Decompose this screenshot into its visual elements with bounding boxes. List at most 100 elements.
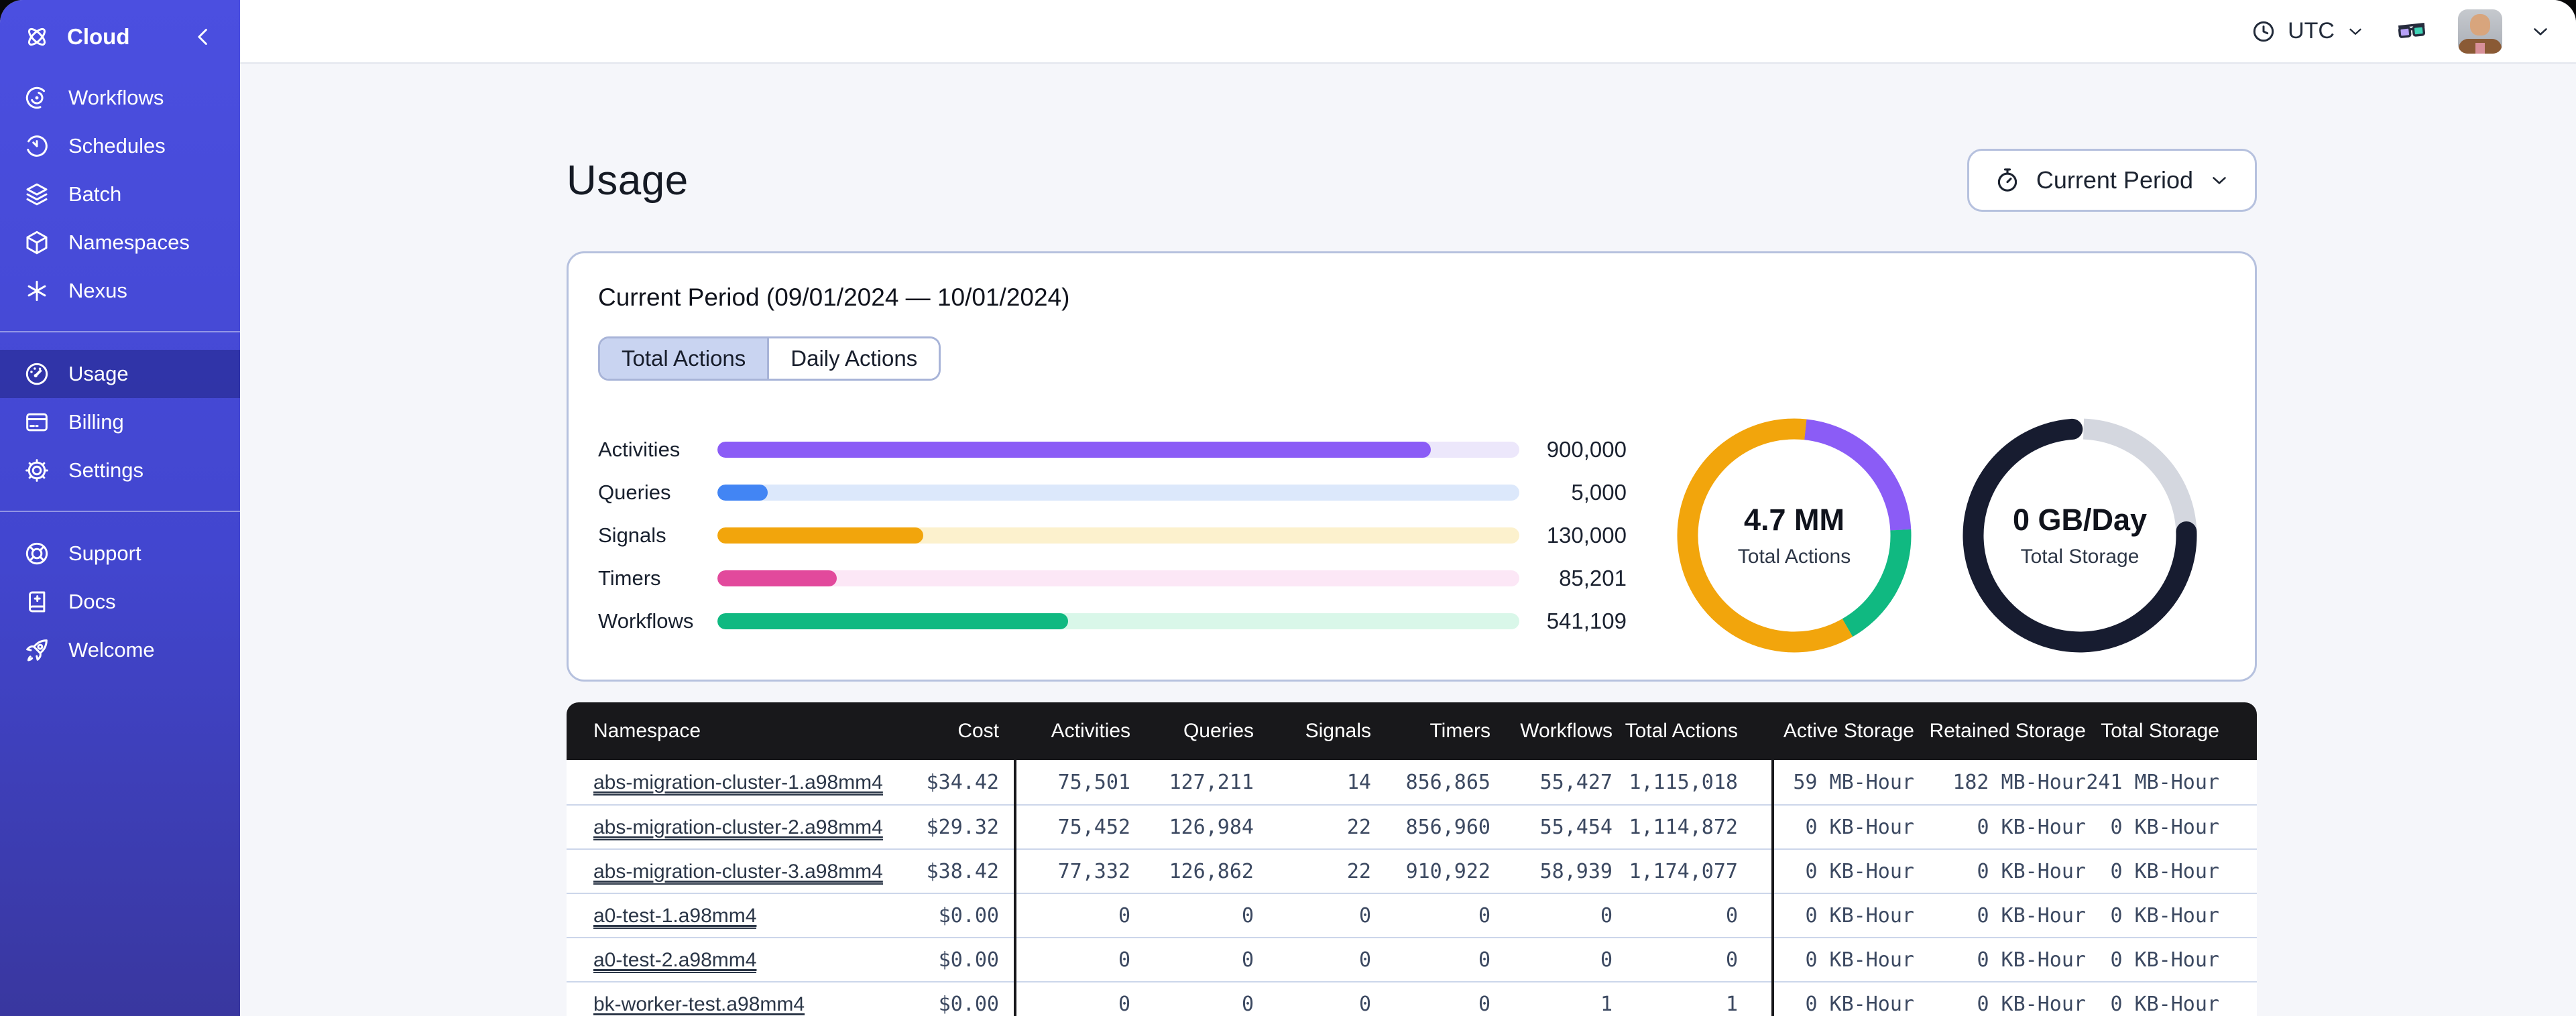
column-header-namespace: Namespace <box>593 720 701 742</box>
user-avatar[interactable] <box>2458 9 2502 54</box>
namespace-link[interactable]: bk-worker-test.a98mm4 <box>593 993 805 1016</box>
bar-track <box>717 485 1519 501</box>
namespace-cell: a0-test-2.a98mm4 <box>567 948 917 973</box>
sidebar-item-label: Support <box>68 542 141 565</box>
namespace-link[interactable]: abs-migration-cluster-2.a98mm4 <box>593 816 883 840</box>
namespace-cell: abs-migration-cluster-2.a98mm4 <box>567 816 917 840</box>
sidebar-item-usage[interactable]: Usage <box>0 350 240 398</box>
bar-label: Queries <box>598 481 671 504</box>
value-cell: 0 <box>1358 948 1371 972</box>
support-lifering-icon <box>23 539 51 568</box>
value-cell: 182 MB-Hour <box>1952 770 2086 794</box>
sidebar-item-label: Namespaces <box>68 231 190 254</box>
sidebar-item-label: Batch <box>68 182 122 206</box>
value-cell: 1,115,018 <box>1629 770 1738 794</box>
total-storage-donut: 0 GB/Day Total Storage <box>1963 418 2197 653</box>
value-cell: 127,211 <box>1169 770 1254 794</box>
bar-value: 130,000 <box>1546 523 1627 548</box>
bar-track <box>717 527 1519 544</box>
namespaces-cube-icon <box>23 229 51 257</box>
namespace-link[interactable]: a0-test-1.a98mm4 <box>593 904 757 929</box>
sidebar-item-label: Billing <box>68 410 124 434</box>
avatar-shirt <box>2475 42 2485 54</box>
value-cell: 59 MB-Hour <box>1793 770 1914 794</box>
timezone-selector[interactable]: UTC <box>2250 18 2365 45</box>
value-cell: 0 <box>1725 903 1738 928</box>
bar-value: 541,109 <box>1546 609 1627 633</box>
account-menu-chevron-icon[interactable] <box>2529 20 2552 43</box>
value-cell: 0 KB-Hour <box>1805 948 1914 972</box>
billing-card-icon <box>23 408 51 436</box>
docs-book-icon <box>23 588 51 616</box>
value-cell: 55,454 <box>1539 815 1613 839</box>
usage-page: Usage Current Period Current Period (09/… <box>240 64 2576 1016</box>
sidebar-item-billing[interactable]: Billing <box>0 398 240 446</box>
value-cell: 0 KB-Hour <box>2110 903 2219 928</box>
column-header-signals: Signals <box>1305 720 1371 742</box>
value-cell: 1,114,872 <box>1629 815 1738 839</box>
timezone-label: UTC <box>2288 18 2335 44</box>
tab-daily-actions[interactable]: Daily Actions <box>767 338 939 379</box>
page-title: Usage <box>567 157 689 204</box>
sidebar-item-nexus[interactable]: Nexus <box>0 267 240 315</box>
value-cell: $0.00 <box>938 992 999 1016</box>
value-cell: 0 <box>1478 992 1490 1016</box>
value-cell: $34.42 <box>926 770 999 794</box>
value-cell: 1 <box>1725 992 1738 1016</box>
value-cell: 0 KB-Hour <box>1977 992 2086 1016</box>
table-group-divider <box>1014 760 1016 1016</box>
value-cell: 0 <box>1725 948 1738 972</box>
sidebar-collapse-icon[interactable] <box>189 23 217 51</box>
sidebar-item-welcome[interactable]: Welcome <box>0 626 240 674</box>
action-bar-row: Queries 5,000 <box>598 480 1627 505</box>
value-cell: 55,427 <box>1539 770 1613 794</box>
actions-tab-group: Total Actions Daily Actions <box>598 336 941 381</box>
labs-glasses-icon[interactable] <box>2392 16 2431 47</box>
total-storage-value: 0 GB/Day <box>2012 503 2148 537</box>
sidebar-item-support[interactable]: Support <box>0 529 240 578</box>
table-row: abs-migration-cluster-1.a98mm4 $34.42 75,5… <box>567 760 2257 804</box>
bar-value: 85,201 <box>1559 566 1627 590</box>
sidebar-item-schedules[interactable]: Schedules <box>0 122 240 170</box>
namespace-link[interactable]: abs-migration-cluster-3.a98mm4 <box>593 860 883 885</box>
value-cell: $38.42 <box>926 859 999 883</box>
value-cell: 0 <box>1358 992 1371 1016</box>
value-cell: 126,984 <box>1169 815 1254 839</box>
bar-label: Timers <box>598 566 661 590</box>
namespace-cell: a0-test-1.a98mm4 <box>567 904 917 929</box>
table-header-row: Namespace Cost Activities Queries Signals Tim… <box>567 702 2257 760</box>
value-cell: $0.00 <box>938 903 999 928</box>
sidebar-item-docs[interactable]: Docs <box>0 578 240 626</box>
value-cell: 0 KB-Hour <box>1805 992 1914 1016</box>
chevron-down-icon <box>2349 28 2361 35</box>
table-row: bk-worker-test.a98mm4 $0.00 0 0 0 0 1 1 0 KB-Hou… <box>567 981 2257 1016</box>
period-select-button[interactable]: Current Period <box>1967 149 2257 212</box>
value-cell: 14 <box>1346 770 1371 794</box>
tab-total-actions[interactable]: Total Actions <box>600 338 768 379</box>
sidebar-item-batch[interactable]: Batch <box>0 170 240 218</box>
value-cell: 856,960 <box>1405 815 1490 839</box>
table-row: abs-migration-cluster-3.a98mm4 $38.42 77,3… <box>567 848 2257 893</box>
namespace-cell: abs-migration-cluster-3.a98mm4 <box>567 860 917 885</box>
bar-track <box>717 442 1519 458</box>
batch-layers-icon <box>23 180 51 208</box>
total-storage-label: Total Storage <box>2020 546 2140 568</box>
value-cell: 22 <box>1346 815 1371 839</box>
action-bar-row: Activities 900,000 <box>598 437 1627 462</box>
value-cell: 0 <box>1478 948 1490 972</box>
sidebar-item-workflows[interactable]: Workflows <box>0 74 240 122</box>
value-cell: 0 KB-Hour <box>2110 948 2219 972</box>
namespace-cell: abs-migration-cluster-1.a98mm4 <box>567 771 917 796</box>
action-bars: Activities 900,000 Queries 5,000 Signals… <box>598 437 1627 633</box>
bar-fill <box>717 442 1431 458</box>
period-button-label: Current Period <box>2036 166 2193 194</box>
sidebar-item-settings[interactable]: Settings <box>0 446 240 495</box>
bar-track <box>717 570 1519 586</box>
sidebar-item-label: Docs <box>68 590 116 613</box>
bar-label: Workflows <box>598 609 694 633</box>
bar-label: Signals <box>598 523 666 547</box>
namespace-link[interactable]: a0-test-2.a98mm4 <box>593 948 757 973</box>
namespace-link[interactable]: abs-migration-cluster-1.a98mm4 <box>593 771 883 796</box>
sidebar-item-namespaces[interactable]: Namespaces <box>0 218 240 267</box>
bar-label: Activities <box>598 438 681 461</box>
